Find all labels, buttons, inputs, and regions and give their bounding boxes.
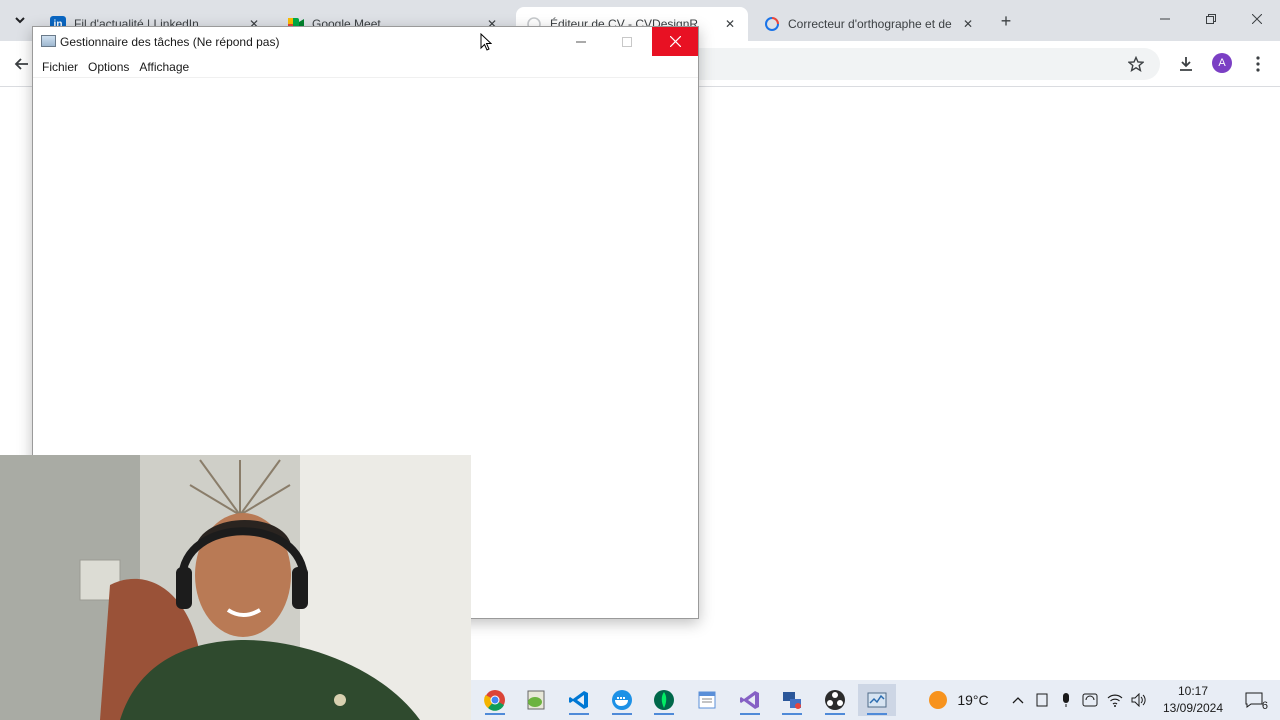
maximize-button[interactable]	[604, 27, 650, 56]
chevron-up-icon[interactable]	[1008, 680, 1028, 720]
menu-fichier[interactable]: Fichier	[37, 60, 83, 74]
visual-studio-icon[interactable]	[731, 684, 769, 716]
menu-affichage[interactable]: Affichage	[134, 60, 194, 74]
sun-icon[interactable]	[926, 680, 950, 720]
chrome-menu-button[interactable]	[1246, 52, 1270, 76]
more-vert-icon	[1256, 56, 1260, 72]
menu-bar: Fichier Options Affichage	[33, 56, 698, 78]
tab-search-button[interactable]	[8, 9, 32, 31]
chrome-icon[interactable]	[476, 684, 514, 716]
close-button[interactable]	[652, 27, 698, 56]
back-button[interactable]	[10, 52, 34, 76]
minimize-icon	[576, 41, 586, 42]
maximize-icon	[622, 36, 632, 47]
task-manager-titlebar[interactable]: Gestionnaire des tâches (Ne répond pas)	[33, 27, 698, 56]
obs-icon[interactable]	[816, 684, 854, 716]
task-manager-icon	[41, 35, 56, 47]
clock-date: 13/09/2024	[1162, 701, 1224, 715]
tablet-icon[interactable]	[1032, 680, 1052, 720]
task-manager-taskbar-icon[interactable]	[858, 684, 896, 716]
volume-icon[interactable]	[1128, 680, 1150, 720]
webcam-overlay	[0, 455, 471, 720]
chevron-down-icon	[15, 17, 25, 24]
weather-temperature[interactable]: 19°C	[953, 680, 993, 720]
minimize-button[interactable]	[1150, 8, 1180, 30]
restore-icon	[1206, 14, 1216, 24]
back-arrow-icon	[14, 58, 28, 70]
restore-button[interactable]	[1196, 8, 1226, 30]
window-close-button[interactable]	[1242, 8, 1272, 30]
webcam-person-image	[0, 455, 471, 720]
system-clock[interactable]: 10:17 13/09/2024	[1158, 683, 1228, 717]
minimize-icon	[1160, 18, 1170, 20]
tab-title: Correcteur d'orthographe et de	[788, 17, 952, 31]
notification-icon	[1245, 692, 1263, 708]
network-tool-icon[interactable]	[773, 684, 811, 716]
mongodb-compass-icon[interactable]	[645, 684, 683, 716]
vscode-icon[interactable]	[560, 684, 598, 716]
window-title: Gestionnaire des tâches (Ne répond pas)	[60, 35, 280, 49]
close-icon[interactable]: ✕	[960, 16, 976, 32]
close-icon	[669, 36, 681, 47]
menu-options[interactable]: Options	[83, 60, 134, 74]
windows-taskbar: 19°C 10:17 13/09/2024 6	[471, 680, 1280, 720]
download-icon	[1180, 57, 1192, 71]
star-icon	[1128, 56, 1144, 72]
notification-badge: 6	[1261, 700, 1268, 712]
tab-reverso[interactable]: Correcteur d'orthographe et de ✕	[754, 7, 986, 41]
minimize-button[interactable]	[558, 27, 604, 56]
microphone-icon[interactable]	[1056, 680, 1076, 720]
clock-time: 10:17	[1177, 684, 1209, 698]
close-icon[interactable]: ✕	[722, 16, 738, 32]
new-tab-button[interactable]: +	[996, 11, 1016, 31]
notification-center-button[interactable]: 6	[1238, 680, 1270, 720]
wifi-icon[interactable]	[1104, 680, 1126, 720]
reverso-icon	[764, 16, 780, 32]
profile-avatar[interactable]: A	[1212, 53, 1232, 73]
notepad-plus-plus-icon[interactable]	[517, 684, 555, 716]
close-icon	[1252, 14, 1262, 24]
bookmark-button[interactable]	[1124, 52, 1148, 76]
text-editor-icon[interactable]	[688, 684, 726, 716]
mouse-cursor-icon	[480, 33, 492, 51]
docker-icon[interactable]	[603, 684, 641, 716]
onedrive-sync-icon[interactable]	[1080, 680, 1100, 720]
downloads-button[interactable]	[1174, 52, 1198, 76]
